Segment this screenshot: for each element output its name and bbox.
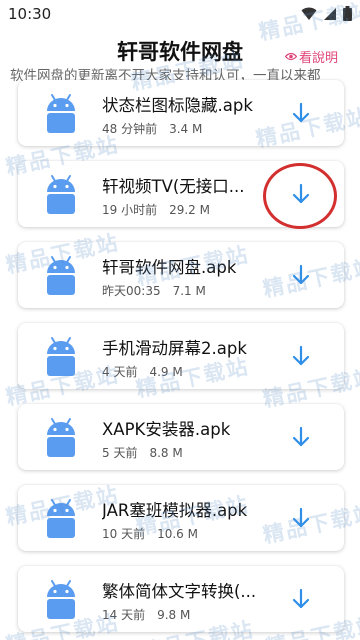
file-card[interactable]: 状态栏图标隐藏.apk 48 分钟前 3.4 M [18, 80, 344, 146]
file-name: JAR塞班模拟器.apk [102, 501, 248, 520]
file-time: 4 天前 [102, 365, 138, 379]
download-button[interactable] [288, 586, 314, 612]
download-button[interactable] [288, 343, 314, 369]
status-time: 10:30 [8, 5, 52, 23]
file-size: 9.8 M [157, 608, 191, 622]
status-icons [301, 6, 352, 21]
file-meta: 19 小时前 29.2 M [102, 201, 210, 218]
android-app-icon [40, 254, 82, 296]
download-arrow-icon [288, 264, 314, 292]
file-name: 繁体简体文字转换(... [102, 582, 257, 601]
file-card[interactable]: JAR塞班模拟器.apk 10 天前 10.6 M [18, 485, 344, 551]
file-size: 10.6 M [157, 527, 198, 541]
file-time: 昨天00:35 [102, 284, 161, 298]
file-time: 14 天前 [102, 608, 146, 622]
battery-icon [343, 6, 352, 21]
file-time: 10 天前 [102, 527, 146, 541]
download-arrow-icon [288, 345, 314, 373]
file-card[interactable]: 轩视频TV(无接口... 19 小时前 29.2 M [18, 161, 344, 227]
android-app-icon [40, 578, 82, 620]
file-meta: 10 天前 10.6 M [102, 525, 198, 542]
file-time: 19 小时前 [102, 203, 158, 217]
android-app-icon [40, 173, 82, 215]
android-app-icon [40, 497, 82, 539]
download-arrow-icon [288, 507, 314, 535]
download-button[interactable] [288, 181, 314, 207]
download-button[interactable] [288, 262, 314, 288]
file-card[interactable]: 轩哥软件网盘.apk 昨天00:35 7.1 M [18, 242, 344, 308]
file-time: 5 天前 [102, 446, 138, 460]
android-app-icon [40, 335, 82, 377]
wifi-icon [301, 7, 317, 20]
file-meta: 昨天00:35 7.1 M [102, 282, 206, 299]
download-arrow-icon [288, 183, 314, 211]
file-time: 48 分钟前 [102, 122, 158, 136]
file-meta: 4 天前 4.9 M [102, 363, 183, 380]
file-card[interactable]: 繁体简体文字转换(... 14 天前 9.8 M [18, 566, 344, 632]
eye-icon [284, 52, 297, 61]
file-meta: 48 分钟前 3.4 M [102, 120, 202, 137]
file-card[interactable]: 手机滑动屏幕2.apk 4 天前 4.9 M [18, 323, 344, 389]
file-name: 手机滑动屏幕2.apk [102, 339, 247, 358]
download-button[interactable] [288, 505, 314, 531]
file-name: XAPK安装器.apk [102, 420, 231, 439]
download-arrow-icon [288, 426, 314, 454]
file-size: 3.4 M [169, 122, 203, 136]
status-bar: 10:30 [0, 0, 360, 28]
signal-icon [324, 7, 336, 20]
file-size: 29.2 M [169, 203, 210, 217]
android-app-icon [40, 92, 82, 134]
download-button[interactable] [288, 100, 314, 126]
file-name: 轩哥软件网盘.apk [102, 258, 237, 277]
file-name: 状态栏图标隐藏.apk [102, 96, 253, 115]
download-arrow-icon [288, 588, 314, 616]
file-card[interactable]: XAPK安装器.apk 5 天前 8.8 M [18, 404, 344, 470]
file-name: 轩视频TV(无接口... [102, 177, 245, 196]
file-meta: 5 天前 8.8 M [102, 444, 183, 461]
file-meta: 14 天前 9.8 M [102, 606, 190, 623]
android-app-icon [40, 416, 82, 458]
file-size: 7.1 M [172, 284, 206, 298]
download-arrow-icon [288, 102, 314, 130]
download-button[interactable] [288, 424, 314, 450]
file-size: 4.9 M [149, 365, 183, 379]
file-size: 8.8 M [149, 446, 183, 460]
